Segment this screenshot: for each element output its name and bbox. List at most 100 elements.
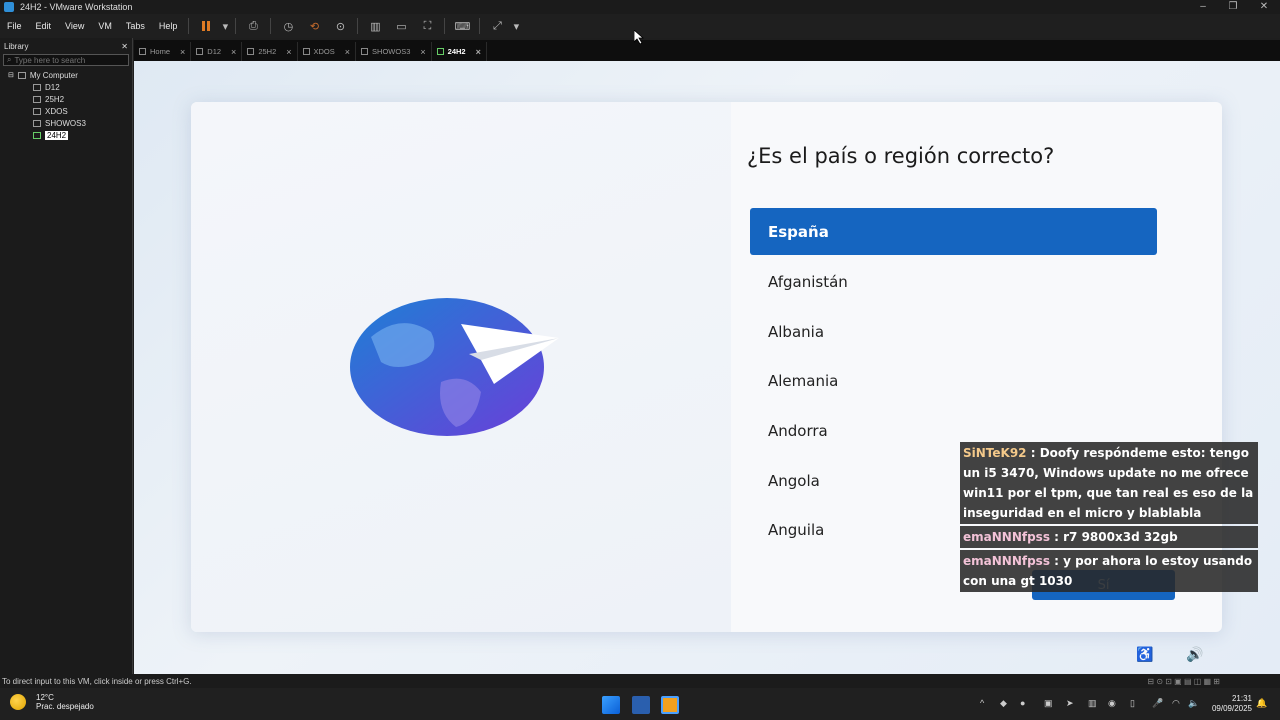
computer-icon <box>17 71 26 79</box>
microphone-icon[interactable]: 🎤 <box>1152 698 1163 709</box>
clock[interactable]: 21:31 09/09/2025 <box>1212 694 1252 714</box>
chevron-down-icon[interactable]: ▾ <box>512 18 520 34</box>
tab-d12[interactable]: D12 × <box>191 42 243 61</box>
vm-tree: ⊟ My Computer D12 25H2 XDOS SHOWOS3 24H2 <box>0 69 132 141</box>
tab-label: XDOS <box>313 47 335 56</box>
tree-item-25h2[interactable]: 25H2 <box>0 93 132 105</box>
toolbar-separator <box>357 18 359 34</box>
pause-icon[interactable] <box>198 18 214 34</box>
tab-24h2[interactable]: 24H2 × <box>432 42 487 61</box>
vmware-taskbar-icon[interactable] <box>661 696 679 714</box>
vm-icon <box>247 48 255 55</box>
vmware-app-icon <box>4 2 14 12</box>
menu-view[interactable]: View <box>58 21 91 31</box>
vm-icon <box>302 48 310 55</box>
telegram-icon[interactable]: ➤ <box>1066 698 1074 709</box>
device-status-icons[interactable]: ⊟ ⊙ ⊡ ▣ ▤ ◫ ▦ ⊞ <box>1147 677 1220 686</box>
revert-snapshot-icon[interactable]: ⟲ <box>306 18 322 34</box>
menu-file[interactable]: File <box>0 21 29 31</box>
tab-xdos[interactable]: XDOS × <box>298 42 357 61</box>
tab-label: 24H2 <box>447 47 466 56</box>
vm-icon <box>33 95 41 103</box>
wifi-icon[interactable]: ◠ <box>1172 698 1180 709</box>
country-option-espana[interactable]: España <box>750 208 1157 255</box>
menu-edit[interactable]: Edit <box>29 21 59 31</box>
library-panel: Library ✕ ⌕ ⊟ My Computer D12 25H2 XDOS … <box>0 38 133 674</box>
tab-home[interactable]: Home × <box>134 42 192 61</box>
thumbnail-bar-icon[interactable]: ▭ <box>393 18 409 34</box>
home-icon <box>139 48 146 55</box>
chat-message: SiNTeK92 : Doofy respóndeme esto: tengo … <box>960 442 1258 524</box>
tree-item-label: 25H2 <box>45 94 65 104</box>
console-icon[interactable]: ⌨ <box>454 18 470 34</box>
menu-tabs[interactable]: Tabs <box>119 21 152 31</box>
menu-vm[interactable]: VM <box>91 21 119 31</box>
tray-app-icon[interactable]: ▣ <box>1044 698 1053 709</box>
tray-overflow-icon[interactable]: ^ <box>980 698 984 708</box>
fullscreen-icon[interactable]: ⛶ <box>419 18 435 34</box>
menu-help[interactable]: Help <box>152 21 185 31</box>
tray-app-icon[interactable]: ▯ <box>1130 698 1135 709</box>
tab-label: SHOWOS3 <box>372 47 411 56</box>
library-search: ⌕ <box>3 54 129 66</box>
toolbar-separator <box>188 18 190 34</box>
snapshot-icon[interactable]: ◷ <box>280 18 296 34</box>
library-search-input[interactable] <box>14 55 115 65</box>
collapse-icon[interactable]: ⊟ <box>8 71 14 79</box>
notification-icon[interactable]: 🔔 <box>1256 698 1267 709</box>
oobe-question: ¿Es el país o región correcto? <box>747 144 1055 168</box>
vm-running-icon <box>33 131 41 139</box>
country-option[interactable]: Alemania <box>750 357 1157 404</box>
close-tab-icon[interactable]: × <box>180 47 185 57</box>
tab-label: 25H2 <box>258 47 277 56</box>
country-option[interactable]: Albania <box>750 308 1157 355</box>
volume-icon[interactable]: 🔊 <box>1186 646 1203 663</box>
taskbar-app-icon[interactable] <box>632 696 650 714</box>
send-keys-icon[interactable]: ⎙ <box>245 18 261 34</box>
library-title: Library <box>4 41 29 51</box>
close-tab-icon[interactable]: × <box>231 47 236 57</box>
close-tab-icon[interactable]: × <box>345 47 350 57</box>
tree-item-xdos[interactable]: XDOS <box>0 105 132 117</box>
tree-item-showos3[interactable]: SHOWOS3 <box>0 117 132 129</box>
vm-icon <box>33 119 41 127</box>
close-tab-icon[interactable]: × <box>476 47 481 57</box>
country-option[interactable]: Afganistán <box>750 258 1157 305</box>
library-header: Library ✕ <box>0 38 132 54</box>
tab-showos3[interactable]: SHOWOS3 × <box>356 42 432 61</box>
tray-app-icon[interactable]: ◆ <box>1000 698 1007 709</box>
close-tab-icon[interactable]: × <box>286 47 291 57</box>
tab-label: D12 <box>207 47 222 56</box>
tree-root[interactable]: ⊟ My Computer <box>0 69 132 81</box>
start-icon[interactable] <box>602 696 620 714</box>
chevron-down-icon[interactable]: ▾ <box>221 18 229 34</box>
snapshot-manager-icon[interactable]: ⊙ <box>332 18 348 34</box>
weather-temp: 12°C <box>36 693 54 702</box>
minimize-button[interactable]: – <box>1187 0 1219 14</box>
close-tab-icon[interactable]: × <box>420 47 425 57</box>
tree-item-label: SHOWOS3 <box>45 118 86 128</box>
tab-25h2[interactable]: 25H2 × <box>242 42 298 61</box>
tree-item-label: XDOS <box>45 106 68 116</box>
maximize-button[interactable]: ❐ <box>1217 0 1249 14</box>
library-toggle-icon[interactable]: ▥ <box>367 18 383 34</box>
status-bar: To direct input to this VM, click inside… <box>0 674 1280 688</box>
globe-paper-plane-icon <box>350 298 559 436</box>
stretch-icon[interactable]: ⤢ <box>489 18 505 34</box>
tree-item-24h2[interactable]: 24H2 <box>0 129 132 141</box>
tray-app-icon[interactable]: ● <box>1020 698 1025 708</box>
close-window-button[interactable]: ✕ <box>1248 0 1280 14</box>
tray-app-icon[interactable]: ▥ <box>1088 698 1097 709</box>
chat-username: emaNNNfpss <box>963 530 1050 544</box>
tree-item-d12[interactable]: D12 <box>0 81 132 93</box>
weather-widget[interactable]: 12°C Prac. despejado <box>10 693 94 711</box>
status-text: To direct input to this VM, click inside… <box>2 676 192 686</box>
search-icon: ⌕ <box>7 55 12 64</box>
toolbar-separator <box>444 18 446 34</box>
toolbar-separator <box>270 18 272 34</box>
volume-icon[interactable]: 🔈 <box>1188 698 1199 709</box>
close-library-icon[interactable]: ✕ <box>121 42 128 51</box>
tree-root-label: My Computer <box>29 70 78 80</box>
tray-app-icon[interactable]: ◉ <box>1108 698 1116 709</box>
accessibility-icon[interactable]: ♿ <box>1136 646 1153 663</box>
